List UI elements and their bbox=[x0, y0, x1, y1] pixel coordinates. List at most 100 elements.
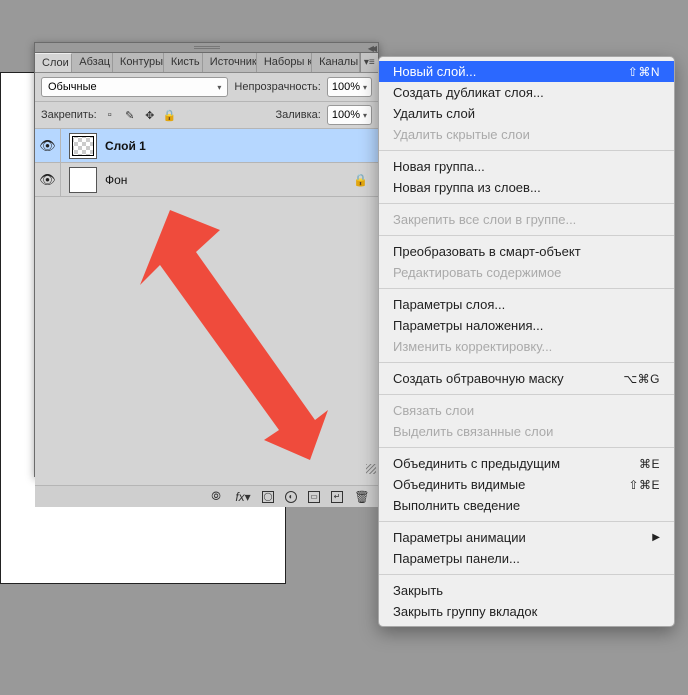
menu-item: Закрепить все слои в группе... bbox=[379, 209, 674, 230]
menu-shortcut: ⇧⌘N bbox=[628, 65, 660, 79]
layer-thumbnail[interactable] bbox=[69, 133, 97, 159]
menu-item[interactable]: Закрыть группу вкладок bbox=[379, 601, 674, 622]
layers-panel-context-menu: Новый слой... ⇧⌘N Создать дубликат слоя...… bbox=[378, 56, 675, 627]
menu-separator bbox=[379, 288, 674, 289]
menu-separator bbox=[379, 574, 674, 575]
menu-item[interactable]: Параметры панели... bbox=[379, 548, 674, 569]
fill-field[interactable]: 100% ▾ bbox=[327, 105, 372, 125]
menu-item[interactable]: Создать обтравочную маску⌥⌘G bbox=[379, 368, 674, 389]
panel-menu-button[interactable]: ▾≡ bbox=[360, 53, 378, 72]
tab-paths[interactable]: Контуры bbox=[113, 53, 164, 72]
menu-item[interactable]: Удалить слой bbox=[379, 103, 674, 124]
menu-separator bbox=[379, 150, 674, 151]
lock-fill-row: Закрепить: ▫ ✎ ✥ 🔒 Заливка: 100% ▾ bbox=[35, 102, 378, 129]
menu-separator bbox=[379, 235, 674, 236]
layer-row[interactable]: 👁 Слой 1 bbox=[35, 129, 378, 163]
opacity-label: Непрозрачность: bbox=[234, 81, 320, 93]
lock-icon: 🔒 bbox=[353, 173, 368, 187]
menu-item[interactable]: Объединить видимые ⇧⌘E bbox=[379, 474, 674, 495]
menu-item: Выделить связанные слои bbox=[379, 421, 674, 442]
chevron-down-icon: ▾ bbox=[363, 111, 367, 120]
menu-item[interactable]: Создать дубликат слоя... bbox=[379, 82, 674, 103]
layers-panel: ◀◀ Слои Абзац Контуры Кисть Источник Наб… bbox=[34, 42, 379, 477]
menu-item-label: Удалить слой bbox=[393, 106, 475, 121]
menu-item-label: Закрыть группу вкладок bbox=[393, 604, 537, 619]
blend-mode-value: Обычные bbox=[48, 81, 97, 93]
menu-item[interactable]: Новый слой... ⇧⌘N bbox=[379, 61, 674, 82]
menu-item[interactable]: Закрыть bbox=[379, 580, 674, 601]
panel-tab-strip: Слои Абзац Контуры Кисть Источник Наборы… bbox=[35, 53, 378, 73]
menu-item-label: Объединить видимые bbox=[393, 477, 525, 492]
layer-thumbnail[interactable] bbox=[69, 167, 97, 193]
menu-item[interactable]: Новая группа из слоев... bbox=[379, 177, 674, 198]
visibility-toggle[interactable]: 👁 bbox=[35, 163, 61, 196]
menu-item-label: Выделить связанные слои bbox=[393, 424, 553, 439]
adjustment-layer-icon[interactable]: ◐ bbox=[285, 491, 297, 503]
tab-channels[interactable]: Каналы bbox=[312, 53, 359, 72]
menu-separator bbox=[379, 394, 674, 395]
menu-item[interactable]: Преобразовать в смарт-объект bbox=[379, 241, 674, 262]
menu-separator bbox=[379, 447, 674, 448]
lock-all-icon[interactable]: 🔒 bbox=[163, 108, 177, 122]
menu-shortcut: ⇧⌘E bbox=[628, 478, 660, 492]
layers-footer: ⦾ fx▾ ◯ ◐ ▭ ↵ 🗑 bbox=[35, 485, 378, 507]
layer-name: Слой 1 bbox=[105, 139, 146, 153]
lock-position-icon[interactable]: ✥ bbox=[143, 108, 157, 122]
layer-name: Фон bbox=[105, 173, 127, 187]
menu-item-label: Новая группа... bbox=[393, 159, 485, 174]
menu-item-label: Параметры анимации bbox=[393, 530, 526, 545]
menu-item-label: Выполнить сведение bbox=[393, 498, 520, 513]
tab-presets[interactable]: Наборы к bbox=[257, 53, 312, 72]
visibility-toggle[interactable]: 👁 bbox=[35, 129, 61, 162]
menu-item[interactable]: Параметры анимации ▶ bbox=[379, 527, 674, 548]
menu-item-label: Создать дубликат слоя... bbox=[393, 85, 544, 100]
tab-brush[interactable]: Кисть bbox=[164, 53, 203, 72]
link-layers-icon[interactable]: ⦾ bbox=[208, 489, 224, 505]
blend-mode-select[interactable]: Обычные ▾ bbox=[41, 77, 228, 97]
menu-separator bbox=[379, 521, 674, 522]
menu-separator bbox=[379, 203, 674, 204]
menu-item-label: Параметры панели... bbox=[393, 551, 520, 566]
menu-item[interactable]: Выполнить сведение bbox=[379, 495, 674, 516]
lock-pixels-icon[interactable]: ✎ bbox=[123, 108, 137, 122]
submenu-arrow-icon: ▶ bbox=[652, 532, 660, 543]
menu-item[interactable]: Объединить с предыдущим⌘E bbox=[379, 453, 674, 474]
menu-item-label: Преобразовать в смарт-объект bbox=[393, 244, 581, 259]
menu-item-label: Закрыть bbox=[393, 583, 443, 598]
layer-row[interactable]: 👁 Фон 🔒 bbox=[35, 163, 378, 197]
layer-style-icon[interactable]: fx▾ bbox=[235, 489, 251, 505]
chevron-down-icon: ▾ bbox=[363, 83, 367, 92]
menu-item-label: Параметры слоя... bbox=[393, 297, 505, 312]
menu-shortcut: ⌘E bbox=[639, 457, 660, 471]
delete-layer-icon[interactable]: 🗑 bbox=[354, 489, 370, 505]
menu-item[interactable]: Параметры наложения... bbox=[379, 315, 674, 336]
lock-icons-group: ▫ ✎ ✥ 🔒 bbox=[103, 108, 177, 122]
new-layer-icon[interactable]: ↵ bbox=[331, 491, 343, 503]
menu-item[interactable]: Новая группа... bbox=[379, 156, 674, 177]
fill-value: 100% bbox=[332, 109, 360, 121]
layers-list: 👁 Слой 1 👁 Фон 🔒 bbox=[35, 129, 378, 485]
tab-source[interactable]: Источник bbox=[203, 53, 257, 72]
resize-grip[interactable] bbox=[366, 464, 376, 474]
menu-item: Редактировать содержимое bbox=[379, 262, 674, 283]
menu-item-label: Удалить скрытые слои bbox=[393, 127, 530, 142]
eye-icon: 👁 bbox=[39, 138, 56, 154]
eye-icon: 👁 bbox=[39, 172, 56, 188]
tab-layers[interactable]: Слои bbox=[35, 53, 72, 72]
tab-paragraph[interactable]: Абзац bbox=[72, 53, 113, 72]
menu-shortcut: ⌥⌘G bbox=[623, 372, 660, 386]
layers-empty-area[interactable] bbox=[35, 197, 378, 485]
opacity-field[interactable]: 100% ▾ bbox=[327, 77, 372, 97]
menu-item-label: Новая группа из слоев... bbox=[393, 180, 541, 195]
panel-grip[interactable]: ◀◀ bbox=[35, 43, 378, 53]
menu-item: Изменить корректировку... bbox=[379, 336, 674, 357]
menu-item[interactable]: Параметры слоя... bbox=[379, 294, 674, 315]
menu-item-label: Новый слой... bbox=[393, 64, 476, 79]
menu-item-label: Редактировать содержимое bbox=[393, 265, 561, 280]
add-mask-icon[interactable]: ◯ bbox=[262, 491, 274, 503]
collapse-icon[interactable]: ◀◀ bbox=[368, 44, 374, 53]
menu-item: Удалить скрытые слои bbox=[379, 124, 674, 145]
lock-label: Закрепить: bbox=[41, 109, 97, 121]
lock-transparency-icon[interactable]: ▫ bbox=[103, 108, 117, 122]
new-group-icon[interactable]: ▭ bbox=[308, 491, 320, 503]
